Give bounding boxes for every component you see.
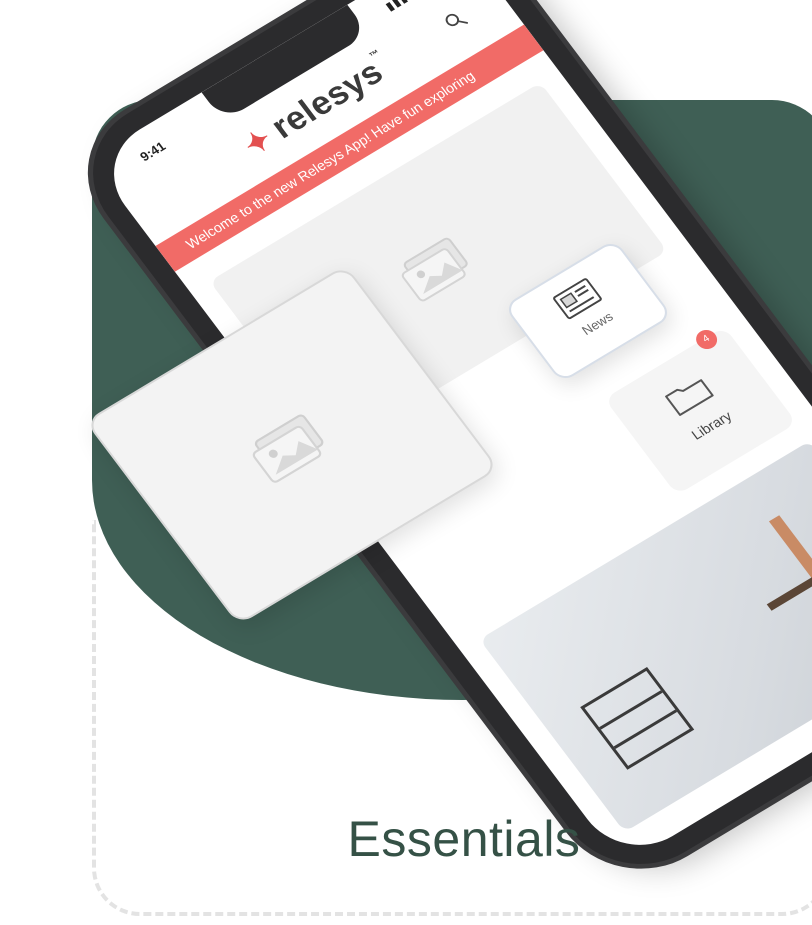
status-icons: ▮▮▮ ◉ ▬ bbox=[383, 0, 439, 13]
news-icon bbox=[553, 278, 602, 320]
status-time: 9:41 bbox=[137, 138, 169, 165]
photo-shelf bbox=[580, 666, 695, 770]
interior-photo-card[interactable] bbox=[479, 440, 812, 833]
library-badge: 4 bbox=[691, 326, 722, 353]
image-placeholder-icon bbox=[252, 414, 324, 483]
folder-icon bbox=[665, 379, 714, 416]
section-title: Essentials bbox=[347, 811, 581, 867]
image-placeholder-icon bbox=[401, 237, 468, 302]
photo-lamp bbox=[768, 515, 812, 586]
